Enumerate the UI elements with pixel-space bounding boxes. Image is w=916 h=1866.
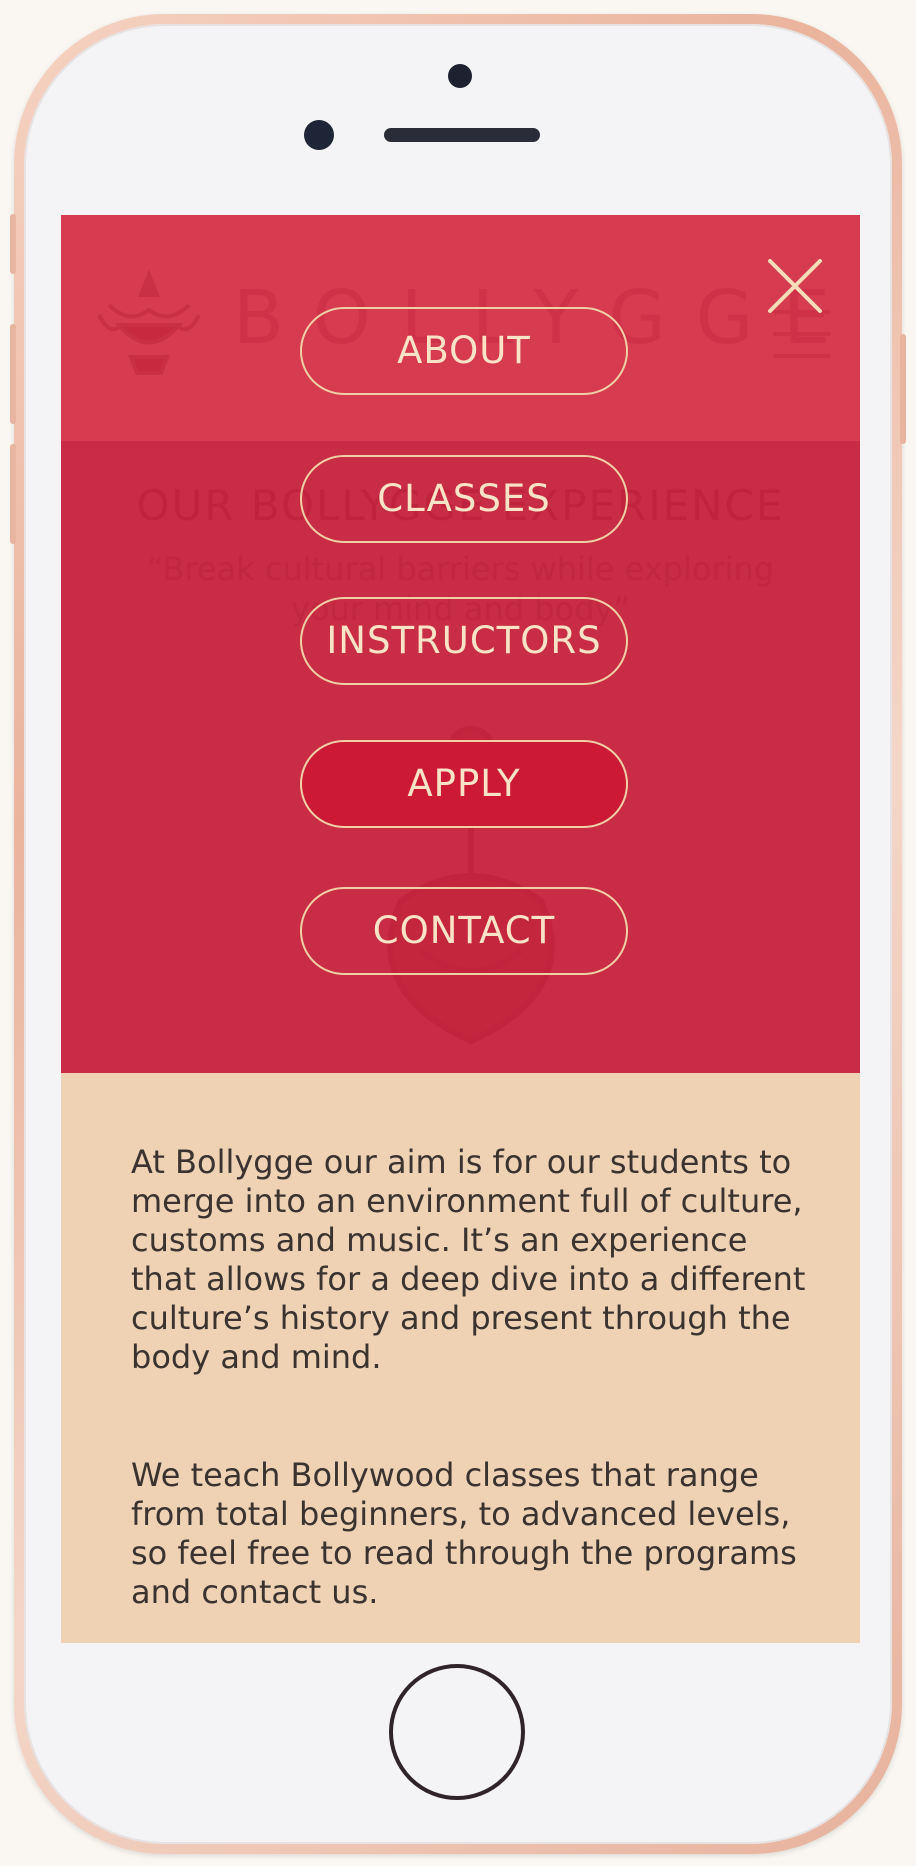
home-button[interactable] xyxy=(389,1664,525,1800)
volume-up-button xyxy=(10,324,16,424)
intro-paragraph: At Bollygge our aim is for our students … xyxy=(131,1143,806,1376)
nav-contact-button[interactable]: CONTACT xyxy=(300,887,628,975)
nav-instructors-button[interactable]: INSTRUCTORS xyxy=(300,597,628,685)
classes-paragraph: We teach Bollywood classes that range fr… xyxy=(131,1456,797,1611)
navigation-menu-overlay: ABOUT CLASSES INSTRUCTORS APPLY CONTACT xyxy=(61,215,860,1073)
nav-classes-button[interactable]: CLASSES xyxy=(300,455,628,543)
close-icon[interactable] xyxy=(766,257,824,315)
about-content: At Bollygge our aim is for our students … xyxy=(61,1073,860,1643)
power-button xyxy=(900,334,906,444)
phone-screen: BOLLYGGE OUR BOLLYGGE EXPERIENCE “Break … xyxy=(61,215,860,1643)
front-camera xyxy=(448,64,472,88)
earpiece-speaker xyxy=(384,128,540,142)
proximity-sensor xyxy=(304,120,334,150)
mute-switch xyxy=(10,214,16,274)
nav-about-button[interactable]: ABOUT xyxy=(300,307,628,395)
nav-apply-button[interactable]: APPLY xyxy=(300,740,628,828)
volume-down-button xyxy=(10,444,16,544)
